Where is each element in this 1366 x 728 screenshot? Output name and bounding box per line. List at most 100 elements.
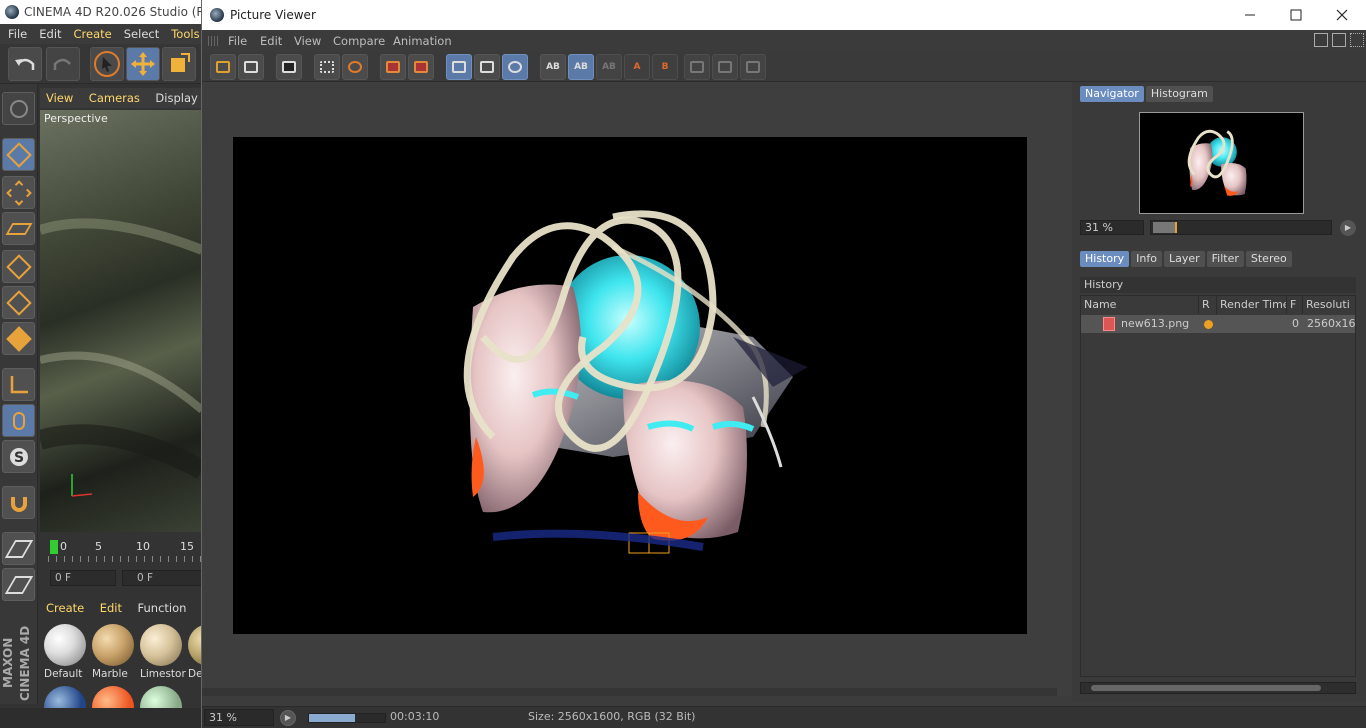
slider-knob[interactable] — [1153, 222, 1177, 233]
material-menu-edit[interactable]: Edit — [94, 598, 128, 618]
model-mode-button[interactable] — [2, 138, 35, 171]
redo-button[interactable] — [46, 47, 80, 81]
frame-inputs: 0 F 0 F — [40, 570, 202, 588]
pv-menu-animation[interactable]: Animation — [393, 30, 452, 52]
pv-menu-compare[interactable]: Compare — [333, 30, 385, 52]
timeline[interactable]: 0 5 10 15 — [40, 536, 202, 566]
column-header-resolution[interactable]: Resoluti — [1303, 296, 1355, 314]
ab-split-button[interactable]: AB — [568, 54, 594, 80]
column-header-name[interactable]: Name — [1081, 296, 1199, 314]
rendered-image[interactable] — [233, 137, 1027, 634]
table-row[interactable]: new613.png 0 2560x16 — [1081, 315, 1355, 333]
texture-mode-button[interactable] — [2, 176, 35, 209]
open-button[interactable] — [210, 54, 236, 80]
panel-layout-icon[interactable] — [1314, 33, 1328, 47]
make-editable-button[interactable] — [2, 92, 35, 125]
points-mode-button[interactable] — [2, 250, 35, 283]
view-b-button[interactable] — [474, 54, 500, 80]
column-header-r[interactable]: R — [1199, 296, 1217, 314]
c4d-menu-file[interactable]: File — [2, 27, 33, 41]
material-name: Marble — [92, 668, 128, 680]
ab-button[interactable]: AB — [540, 54, 566, 80]
snap-button[interactable]: S — [2, 440, 35, 473]
copy-icon — [386, 61, 400, 73]
material-menu-create[interactable]: Create — [40, 598, 90, 618]
compare-2-button[interactable] — [740, 54, 766, 80]
column-header-render-time[interactable]: Render Time — [1217, 296, 1287, 314]
c4d-menu-edit[interactable]: Edit — [33, 27, 67, 41]
material-menu-function[interactable]: Function — [132, 598, 193, 618]
material-swatch[interactable]: De — [186, 622, 202, 682]
render-settings-button[interactable] — [342, 54, 368, 80]
compare-1-button[interactable] — [712, 54, 738, 80]
playhead[interactable] — [50, 540, 58, 554]
viewport-menu-view[interactable]: View — [40, 88, 79, 108]
tab-filter[interactable]: Filter — [1206, 251, 1244, 267]
tweak-mode-button[interactable] — [2, 404, 35, 437]
current-frame-field[interactable]: 0 F — [122, 570, 202, 586]
maximize-button[interactable] — [1273, 0, 1319, 30]
tab-histogram[interactable]: Histogram — [1145, 86, 1213, 102]
save-button[interactable] — [238, 54, 264, 80]
pv-menu-edit[interactable]: Edit — [260, 30, 282, 52]
ab-diff-button[interactable]: AB — [596, 54, 622, 80]
swap-button[interactable] — [684, 54, 710, 80]
material-swatch[interactable]: Limestor — [138, 622, 186, 682]
panel-split-icon[interactable] — [1332, 33, 1346, 47]
tab-stereo[interactable]: Stereo — [1245, 251, 1292, 267]
column-header-frame[interactable]: F — [1287, 296, 1303, 314]
start-frame-field[interactable]: 0 F — [50, 570, 116, 586]
navigator-zoom-slider[interactable] — [1150, 220, 1332, 235]
canvas-horizontal-scrollbar[interactable] — [202, 688, 1057, 696]
live-selection-button[interactable] — [90, 47, 124, 81]
material-menubar: Create Edit Function — [40, 598, 202, 618]
zoom-field[interactable]: 31 % — [204, 709, 274, 726]
c4d-menu-tools[interactable]: Tools — [165, 27, 202, 41]
close-button[interactable] — [1319, 0, 1365, 30]
material-name: De — [188, 668, 202, 680]
set-a-button[interactable]: A — [624, 54, 650, 80]
tab-info[interactable]: Info — [1131, 251, 1162, 267]
material-swatch[interactable]: Marble — [90, 622, 136, 682]
material-swatch[interactable]: Default — [42, 622, 88, 682]
save-icon — [244, 61, 258, 73]
tab-history[interactable]: History — [1080, 251, 1130, 267]
set-b-button[interactable]: B — [652, 54, 678, 80]
c4d-menu-select[interactable]: Select — [118, 27, 165, 41]
magnet-button[interactable] — [2, 486, 35, 519]
move-panel-icon[interactable] — [1350, 33, 1364, 47]
lock-workplane-button[interactable] — [2, 532, 35, 565]
workplane-button[interactable] — [2, 568, 35, 601]
navigator-thumbnail[interactable] — [1139, 112, 1304, 214]
workplane-mode-button[interactable] — [2, 212, 35, 245]
viewport-menu-cameras[interactable]: Cameras — [83, 88, 146, 108]
tab-layer[interactable]: Layer — [1163, 251, 1205, 267]
render-button[interactable] — [276, 54, 302, 80]
copy-button[interactable] — [380, 54, 406, 80]
view-a-button[interactable] — [446, 54, 472, 80]
scrollbar-thumb[interactable] — [1091, 685, 1321, 691]
timeline-ruler — [48, 556, 202, 562]
navigator-apply-button[interactable]: ▶ — [1340, 220, 1356, 236]
minimize-button[interactable] — [1227, 0, 1273, 30]
axis-mode-button[interactable] — [2, 368, 35, 401]
c4d-menu-create[interactable]: Create — [68, 27, 118, 41]
polygons-mode-button[interactable] — [2, 322, 35, 355]
view-ab-button[interactable] — [502, 54, 528, 80]
edges-mode-button[interactable] — [2, 286, 35, 319]
viewport-menu-display[interactable]: Display — [149, 88, 202, 108]
pv-menu-view[interactable]: View — [294, 30, 321, 52]
c4d-title-bar: CINEMA 4D R20.026 Studio (RC - R — [0, 0, 202, 24]
scale-tool-button[interactable] — [162, 47, 196, 81]
perspective-viewport[interactable]: Perspective — [40, 110, 202, 532]
pv-menu-file[interactable]: File — [228, 30, 247, 52]
tab-navigator[interactable]: Navigator — [1080, 86, 1144, 102]
move-tool-button[interactable] — [126, 47, 160, 81]
snap-s-icon: S — [9, 447, 28, 466]
copy-all-button[interactable] — [408, 54, 434, 80]
render-region-button[interactable] — [314, 54, 340, 80]
history-horizontal-scrollbar[interactable] — [1080, 682, 1356, 694]
play-button[interactable]: ▶ — [280, 710, 296, 726]
undo-button[interactable] — [8, 47, 42, 81]
navigator-zoom-field[interactable]: 31 % — [1080, 220, 1144, 235]
